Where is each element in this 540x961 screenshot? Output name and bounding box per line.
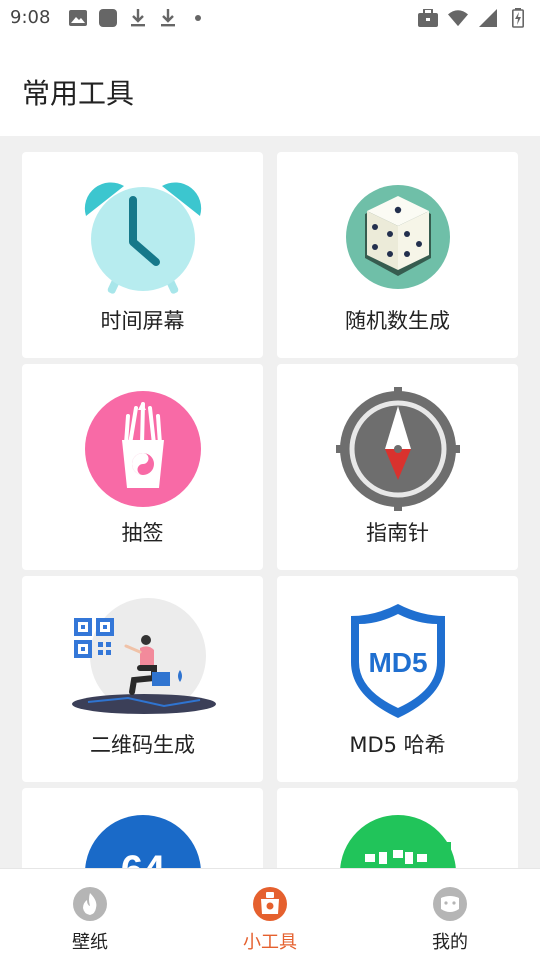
page-title: 常用工具 [22,77,135,110]
nav-label: 小工具 [243,932,297,953]
tool-label: 指南针 [366,521,429,545]
tool-card-qr-generator[interactable]: 二维码生成 [22,576,263,782]
tool-card-lottery[interactable]: 抽签 [22,364,263,570]
dice-icon [333,172,463,302]
tool-card-compass[interactable]: 指南针 [277,364,518,570]
tool-grid: 时间屏幕 随机数生成 抽签 指南针 二维码生成 MD5 MD5 哈希 [0,136,540,868]
toolbox-icon [251,885,289,923]
tool-card-green-badge[interactable] [277,788,518,868]
tool-label: 时间屏幕 [100,309,185,333]
nav-label: 我的 [432,932,468,953]
qr-code-illustration-icon [68,596,218,726]
download-icon [128,8,148,28]
green-badge-icon [333,808,463,868]
image-icon [68,8,88,28]
tool-label: 随机数生成 [345,309,450,333]
battery-charging-icon [508,8,528,28]
base64-icon-text: 64 [120,848,165,868]
lottery-cup-icon [78,384,208,514]
app-icon [98,8,118,28]
tool-label: 二维码生成 [90,733,195,757]
compass-icon [333,384,463,514]
briefcase-icon [418,8,438,28]
bottom-navigation: 壁纸 小工具 我的 [0,868,540,960]
tool-label: MD5 哈希 [349,733,446,757]
notification-icons [68,8,208,28]
signal-icon [478,8,498,28]
system-icons [418,8,528,28]
flame-icon [71,885,109,923]
profile-icon [431,885,469,923]
alarm-clock-icon [78,172,208,302]
status-time: 9:08 [10,7,51,28]
tool-card-random-number[interactable]: 随机数生成 [277,152,518,358]
wifi-icon [448,8,468,28]
nav-item-tools[interactable]: 小工具 [180,869,360,961]
download-icon [158,8,178,28]
md5-shield-icon: MD5 [333,596,463,726]
status-bar: 9:08 [0,0,540,36]
nav-item-wallpaper[interactable]: 壁纸 [0,869,180,961]
dot-icon [188,8,208,28]
tool-card-md5-hash[interactable]: MD5 MD5 哈希 [277,576,518,782]
tool-card-clock-screen[interactable]: 时间屏幕 [22,152,263,358]
tool-label: 抽签 [121,521,164,545]
base64-icon: 64 [78,808,208,868]
nav-label: 壁纸 [72,932,108,953]
app-bar: 常用工具 [0,36,540,136]
md5-icon-text: MD5 [368,647,427,678]
nav-item-profile[interactable]: 我的 [360,869,540,961]
tool-card-base64[interactable]: 64 [22,788,263,868]
